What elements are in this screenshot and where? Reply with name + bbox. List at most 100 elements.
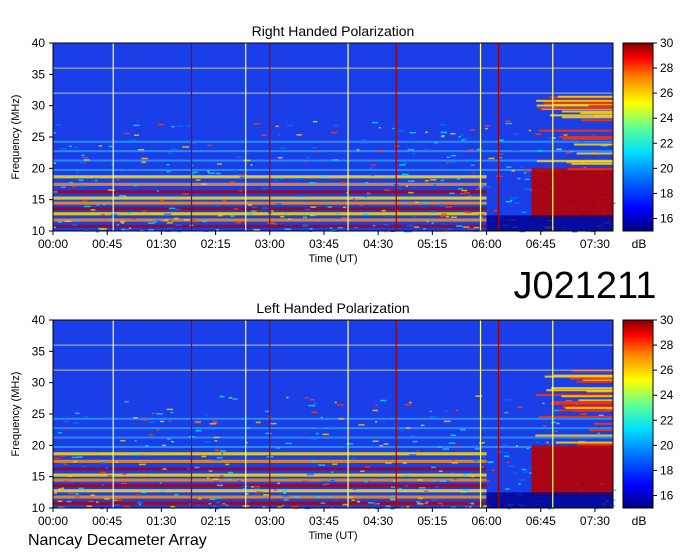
noise-speckle (352, 197, 355, 200)
noise-speckle (409, 401, 412, 404)
noise-speckle (237, 480, 242, 482)
noise-speckle (438, 470, 443, 472)
noise-speckle (270, 471, 273, 473)
noise-speckle (137, 445, 143, 447)
noise-speckle (102, 203, 107, 206)
noise-speckle (431, 222, 434, 224)
noise-speckle (53, 162, 57, 164)
noise-speckle (488, 157, 495, 160)
noise-speckle (468, 195, 472, 197)
noise-speckle (214, 480, 219, 482)
noise-speckle (147, 222, 155, 224)
noise-speckle (277, 506, 282, 508)
noise-speckle (174, 217, 179, 220)
noise-speckle (431, 466, 436, 469)
chart-title: Right Handed Polarization (252, 23, 415, 39)
noise-speckle (302, 480, 309, 482)
burst-streak (557, 95, 613, 98)
noise-speckle (369, 167, 373, 169)
burst-streak (538, 129, 613, 132)
noise-speckle (194, 466, 200, 469)
noise-speckle (459, 210, 462, 213)
noise-speckle (320, 502, 326, 504)
noise-speckle (294, 496, 300, 498)
noise-speckle (311, 146, 318, 149)
noise-speckle (173, 452, 181, 455)
noise-speckle (441, 213, 447, 215)
noise-speckle (360, 470, 365, 473)
noise-speckle (535, 441, 541, 444)
noise-speckle (251, 206, 257, 208)
noise-speckle (142, 419, 148, 421)
noise-speckle (280, 215, 285, 218)
colorbar-tick-label: 26 (660, 363, 674, 377)
noise-speckle (412, 440, 418, 443)
x-tick-label: 00:45 (92, 237, 122, 251)
x-tick-label: 04:30 (363, 514, 393, 528)
noise-speckle (505, 120, 511, 122)
colorbar-tick-label: 24 (660, 388, 674, 402)
noise-speckle (579, 140, 584, 143)
noise-speckle (417, 503, 424, 505)
noise-speckle (424, 502, 428, 504)
burst-streak (535, 434, 613, 437)
noise-speckle (423, 148, 431, 151)
noise-speckle (522, 211, 527, 213)
noise-speckle (381, 209, 386, 212)
noise-speckle (554, 430, 558, 433)
colorbar-tick-label: 30 (660, 313, 674, 327)
noise-speckle (327, 495, 331, 498)
noise-speckle (305, 156, 310, 159)
noise-speckle (420, 424, 425, 427)
x-axis-label: Time (UT) (308, 253, 357, 265)
noise-speckle (440, 480, 447, 482)
noise-speckle (78, 487, 84, 490)
noise-speckle (90, 494, 95, 496)
noise-speckle (294, 178, 302, 180)
noise-speckle (219, 395, 225, 398)
noise-speckle (208, 470, 213, 472)
noise-speckle (496, 175, 503, 177)
noise-speckle (209, 498, 216, 500)
noise-speckle (439, 204, 446, 206)
noise-speckle (372, 440, 379, 442)
x-tick-label: 00:45 (92, 514, 122, 528)
noise-speckle (449, 192, 455, 195)
emission-band (53, 445, 613, 448)
noise-speckle (304, 397, 309, 399)
noise-speckle (308, 182, 316, 184)
noise-speckle (452, 459, 455, 462)
noise-speckle (222, 503, 226, 505)
noise-speckle (133, 124, 140, 127)
noise-speckle (374, 421, 378, 423)
noise-speckle (505, 122, 512, 125)
noise-speckle (505, 200, 512, 203)
x-tick-label: 03:00 (255, 514, 285, 528)
noise-speckle (311, 460, 317, 463)
noise-speckle (62, 420, 70, 423)
noise-speckle (96, 204, 99, 206)
noise-speckle (162, 468, 167, 470)
noise-speckle (412, 216, 416, 218)
x-tick-label: 04:30 (363, 237, 393, 251)
colorbar-tick-label: 20 (660, 161, 674, 175)
noise-speckle (322, 433, 329, 436)
noise-speckle (505, 488, 510, 490)
noise-speckle (315, 150, 320, 153)
noise-speckle (247, 204, 253, 206)
noise-speckle (270, 422, 277, 425)
noise-speckle (201, 183, 207, 186)
x-tick-label: 03:00 (255, 237, 285, 251)
noise-speckle (166, 163, 170, 166)
noise-speckle (432, 480, 436, 482)
noise-speckle (230, 181, 236, 183)
noise-speckle (215, 497, 222, 499)
noise-speckle (380, 399, 387, 402)
noise-speckle (136, 502, 144, 504)
noise-speckle (458, 188, 463, 190)
noise-speckle (279, 147, 286, 150)
noise-speckle (482, 480, 490, 482)
noise-speckle (416, 501, 421, 503)
noise-speckle (315, 432, 319, 435)
x-tick-label: 01:30 (146, 237, 176, 251)
